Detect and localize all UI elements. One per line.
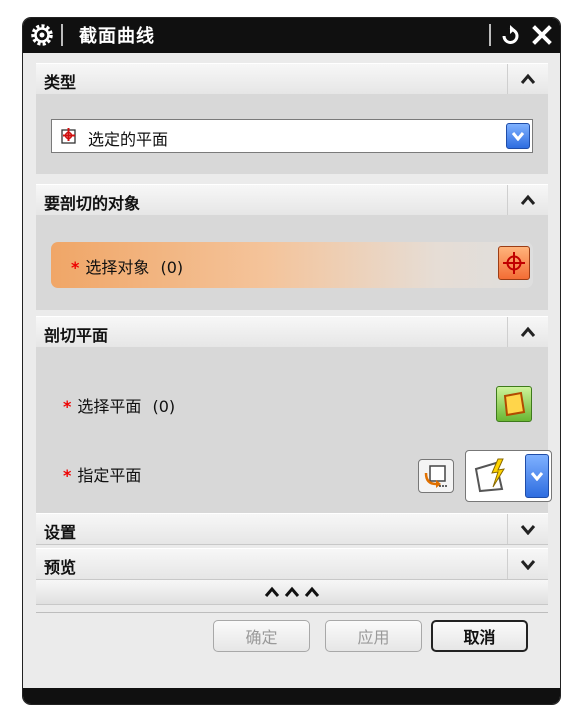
select-plane-button[interactable] [496, 386, 532, 422]
dropdown-arrow-button[interactable] [525, 454, 549, 498]
select-object-button[interactable] [498, 246, 530, 280]
footer-divider [36, 612, 548, 613]
more-options-bar[interactable] [36, 580, 548, 605]
type-dropdown[interactable]: 选定的平面 [51, 119, 533, 153]
section-title: 要剖切的对象 [44, 194, 141, 213]
dialog-title: 截面曲线 [79, 26, 155, 47]
section-header-cutting-plane[interactable]: 剖切平面 [36, 316, 548, 348]
title-divider [61, 24, 63, 46]
section-title: 剖切平面 [44, 326, 109, 345]
inferred-plane-icon [474, 458, 505, 493]
plane-dialog-button[interactable] [418, 459, 454, 493]
select-plane-count: (0) [152, 397, 176, 416]
select-object-count: (0) [160, 258, 184, 277]
collapse-button[interactable] [507, 317, 548, 347]
triple-chevron-up-icon [264, 586, 320, 597]
plane-dialog-icon [424, 465, 447, 488]
chevron-up-icon [520, 73, 536, 84]
specify-plane-label: 指定平面 [77, 466, 142, 485]
collapse-button[interactable] [507, 64, 548, 94]
required-mark: * [63, 397, 72, 416]
chevron-up-icon [520, 326, 536, 337]
bottom-frame [23, 688, 560, 704]
section-header-objects[interactable]: 要剖切的对象 [36, 184, 548, 216]
crosshair-icon [503, 252, 525, 274]
plane-select-icon [61, 128, 76, 144]
chevron-down-icon [520, 525, 536, 535]
required-mark: * [71, 258, 80, 277]
select-plane-label: 选择平面 [77, 397, 142, 416]
inferred-plane-combo[interactable] [465, 450, 552, 502]
ok-button[interactable]: 确定 [213, 620, 310, 652]
title-bar[interactable]: 截面曲线 [23, 18, 560, 53]
cancel-button[interactable]: 取消 [431, 620, 528, 652]
reset-icon[interactable] [497, 23, 523, 47]
section-title: 类型 [44, 73, 77, 92]
close-icon[interactable] [530, 23, 554, 47]
expand-button[interactable] [507, 549, 548, 579]
chevron-up-icon [520, 194, 536, 205]
chevron-down-icon [530, 472, 544, 481]
dropdown-arrow-button[interactable] [506, 123, 530, 149]
section-header-settings[interactable]: 设置 [36, 513, 548, 545]
chevron-down-icon [520, 560, 536, 570]
section-header-preview[interactable]: 预览 [36, 548, 548, 580]
apply-button[interactable]: 应用 [325, 620, 422, 652]
specify-plane-row: * 指定平面 [63, 462, 141, 486]
type-dropdown-value: 选定的平面 [88, 130, 169, 149]
section-header-type[interactable]: 类型 [36, 63, 548, 95]
required-mark: * [63, 466, 72, 485]
select-object-label: 选择对象 [85, 258, 150, 277]
expand-button[interactable] [507, 514, 548, 544]
title-divider [489, 24, 491, 46]
select-plane-row: * 选择平面 (0) [63, 393, 175, 417]
collapse-button[interactable] [507, 185, 548, 215]
chevron-down-icon [511, 132, 525, 141]
gear-icon[interactable] [29, 22, 55, 48]
plane-icon [503, 391, 526, 417]
select-object-row[interactable]: * 选择对象 (0) [51, 242, 533, 288]
section-curve-dialog: 截面曲线 类型 选定的平面 要剖切的对象 * 选择对象 (0) 剖切平面 * 选… [23, 18, 560, 704]
section-title: 预览 [44, 558, 77, 577]
section-title: 设置 [44, 523, 77, 542]
